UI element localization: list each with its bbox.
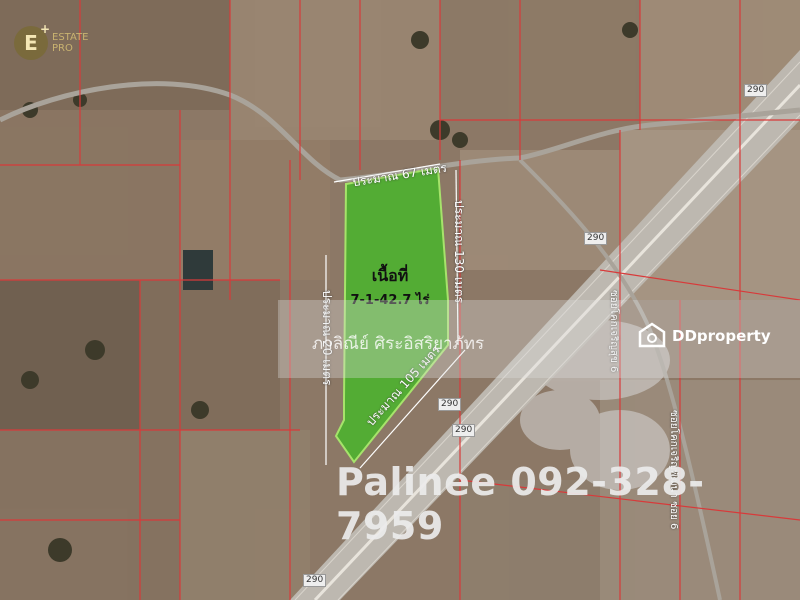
estate-logo: E + ESTATE PRO xyxy=(14,22,89,60)
highway-shield: 290 xyxy=(438,398,462,411)
logo-mark: E + xyxy=(14,22,50,60)
pond xyxy=(183,250,213,290)
logo-plus-icon: + xyxy=(39,22,50,36)
highway-shield: 290 xyxy=(452,424,476,437)
highway-shield: 290 xyxy=(744,84,768,97)
right-side-label: ประมาณ 130 เมตร xyxy=(452,200,466,304)
logo-line2: PRO xyxy=(52,43,73,54)
highway-shield: 290 xyxy=(584,232,608,245)
logo-text: ESTATE PRO xyxy=(52,32,89,54)
ddproperty-logo-icon xyxy=(638,322,666,348)
area-title: เนื้อที่ xyxy=(371,266,409,285)
owner-watermark: ภาลิณีย์ ศิระอิสริยาภัทร xyxy=(312,334,485,354)
phone-watermark: Palinee 092-328-7959 xyxy=(336,460,705,548)
logo-line1: ESTATE xyxy=(52,32,89,43)
ddproperty-watermark: DDproperty xyxy=(638,322,771,350)
highway-shield: 290 xyxy=(303,574,327,587)
ddproperty-text: DDproperty xyxy=(672,327,771,345)
logo-letter: E xyxy=(24,31,38,55)
